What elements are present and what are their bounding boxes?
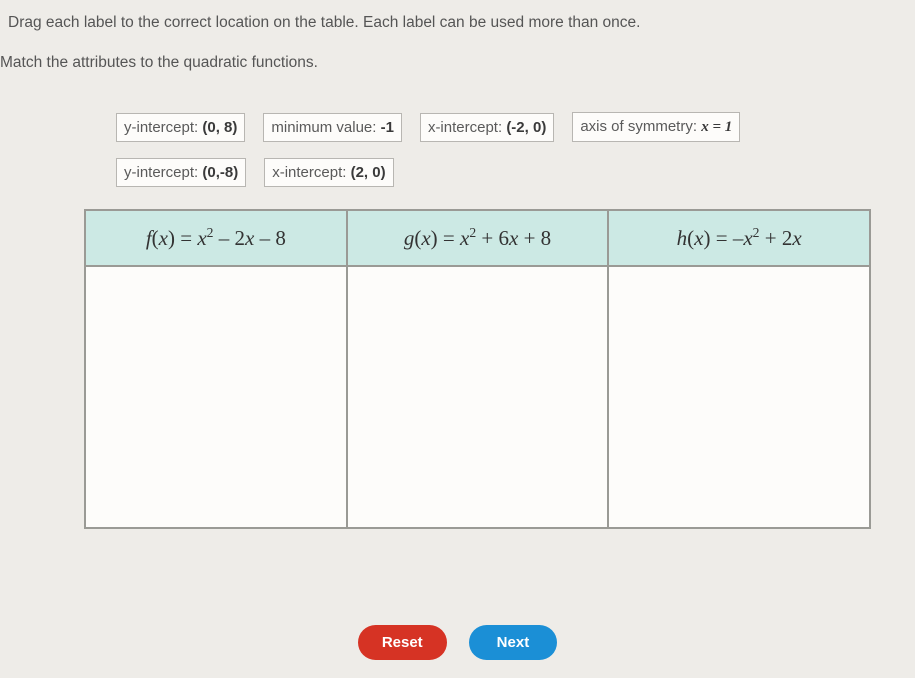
label-x-intercept-neg2-0[interactable]: x-intercept: (-2, 0) <box>420 113 554 142</box>
label-value: -1 <box>381 119 394 136</box>
label-value: x = 1 <box>701 119 732 135</box>
table-body-row <box>86 267 869 527</box>
label-prefix: x-intercept: <box>272 164 350 181</box>
next-button[interactable]: Next <box>469 625 558 660</box>
label-prefix: axis of symmetry: <box>580 118 701 135</box>
label-prefix: y-intercept: <box>124 119 202 136</box>
label-prefix: x-intercept: <box>428 119 506 136</box>
label-minimum-value[interactable]: minimum value: -1 <box>263 113 402 142</box>
instruction-primary: Drag each label to the correct location … <box>8 14 899 32</box>
reset-button[interactable]: Reset <box>358 625 447 660</box>
header-fx: f(x) = x2 – 2x – 8 <box>86 211 348 265</box>
label-axis-of-symmetry[interactable]: axis of symmetry: x = 1 <box>572 112 740 142</box>
label-y-intercept-0-neg8[interactable]: y-intercept: (0,-8) <box>116 158 246 187</box>
dropzone-fx[interactable] <box>86 267 348 527</box>
label-prefix: minimum value: <box>271 119 380 136</box>
label-row-2: y-intercept: (0,-8) x-intercept: (2, 0) <box>116 158 899 187</box>
dropzone-gx[interactable] <box>348 267 610 527</box>
label-value: (0,-8) <box>202 164 238 181</box>
label-value: (-2, 0) <box>506 119 546 136</box>
label-prefix: y-intercept: <box>124 164 202 181</box>
label-value: (2, 0) <box>351 164 386 181</box>
table-header-row: f(x) = x2 – 2x – 8 g(x) = x2 + 6x + 8 h(… <box>86 211 869 267</box>
label-row-1: y-intercept: (0, 8) minimum value: -1 x-… <box>116 112 899 142</box>
label-y-intercept-0-8[interactable]: y-intercept: (0, 8) <box>116 113 245 142</box>
functions-table: f(x) = x2 – 2x – 8 g(x) = x2 + 6x + 8 h(… <box>84 209 871 529</box>
dropzone-hx[interactable] <box>609 267 869 527</box>
instruction-secondary: Match the attributes to the quadratic fu… <box>0 54 899 72</box>
label-value: (0, 8) <box>202 119 237 136</box>
header-hx: h(x) = –x2 + 2x <box>609 211 869 265</box>
label-x-intercept-2-0[interactable]: x-intercept: (2, 0) <box>264 158 393 187</box>
header-gx: g(x) = x2 + 6x + 8 <box>348 211 610 265</box>
button-row: Reset Next <box>0 625 915 660</box>
draggable-labels-area: y-intercept: (0, 8) minimum value: -1 x-… <box>116 112 899 187</box>
